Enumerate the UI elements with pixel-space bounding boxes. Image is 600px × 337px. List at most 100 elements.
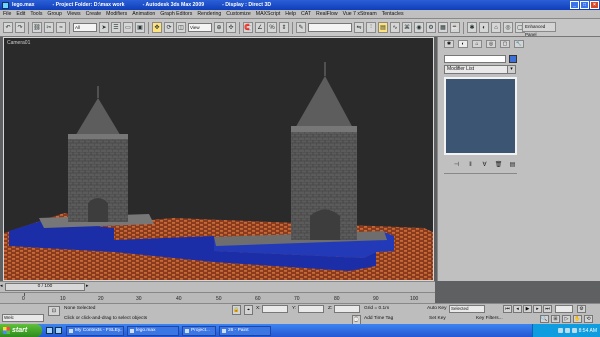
- motion-panel-icon[interactable]: ◎: [503, 22, 513, 33]
- modifier-list-select[interactable]: Modifier List ▾: [444, 65, 516, 74]
- pan-view-icon[interactable]: ✋: [573, 315, 582, 323]
- tray-icon[interactable]: [571, 328, 577, 333]
- slider-next-icon[interactable]: ▸: [86, 283, 90, 291]
- menu-help[interactable]: Help: [285, 11, 296, 17]
- pin-stack-icon[interactable]: ⊣: [452, 161, 461, 170]
- reference-coordinate-select[interactable]: View: [188, 23, 212, 32]
- menu-vue[interactable]: Vue 7 xStream: [343, 11, 377, 17]
- render-setup-icon[interactable]: ⚙: [426, 22, 436, 33]
- z-coordinate-field[interactable]: [334, 305, 360, 313]
- minimize-button[interactable]: _: [570, 1, 579, 9]
- quick-render-icon[interactable]: ☕: [450, 22, 460, 33]
- menu-edit[interactable]: Edit: [16, 11, 25, 17]
- maxscript-listener[interactable]: Welc: [2, 314, 44, 322]
- hierarchy-panel-icon[interactable]: ⌂: [491, 22, 501, 33]
- absolute-mode-icon[interactable]: ⌖: [244, 305, 253, 315]
- layer-manager-icon[interactable]: ▤: [378, 22, 388, 33]
- select-by-name-icon[interactable]: ☰: [111, 22, 121, 33]
- remove-modifier-icon[interactable]: 🗑: [494, 161, 503, 170]
- menu-create[interactable]: Create: [86, 11, 102, 17]
- menu-cat[interactable]: CAT: [301, 11, 311, 17]
- clock[interactable]: 8:54 AM: [579, 328, 597, 334]
- track-bar[interactable]: 0 10 20 30 40 50 60 70 80 90 100: [0, 292, 435, 303]
- viewport-label[interactable]: Camera01: [7, 40, 30, 46]
- snap-toggle-icon[interactable]: 🧲: [243, 22, 253, 33]
- show-end-result-icon[interactable]: ‖: [466, 161, 475, 170]
- window-crossing-icon[interactable]: ▣: [135, 22, 145, 33]
- play-icon[interactable]: ▶: [523, 305, 532, 313]
- percent-snap-icon[interactable]: %: [267, 22, 277, 33]
- material-editor-icon[interactable]: ◉: [414, 22, 424, 33]
- undo-icon[interactable]: ↶: [3, 22, 13, 33]
- camera-viewport[interactable]: Camera01: [3, 37, 434, 281]
- menu-graph-editors[interactable]: Graph Editors: [160, 11, 192, 17]
- menu-file[interactable]: File: [3, 11, 11, 17]
- set-key-button[interactable]: Set Key: [429, 316, 446, 321]
- quick-launch-icon[interactable]: [46, 327, 53, 334]
- quick-launch-icon[interactable]: [55, 327, 62, 334]
- auto-key-button[interactable]: Auto Key: [427, 306, 446, 311]
- curve-editor-icon[interactable]: ∿: [390, 22, 400, 33]
- tab-hierarchy[interactable]: ⌂: [472, 40, 482, 48]
- go-to-start-icon[interactable]: ⏮: [503, 305, 512, 313]
- menu-realflow[interactable]: RealFlow: [316, 11, 338, 17]
- make-unique-icon[interactable]: ∀: [480, 161, 489, 170]
- menu-tentacles[interactable]: Tentacles: [382, 11, 404, 17]
- enhanced-panel-button[interactable]: Enhanced Panel: [522, 22, 556, 37]
- previous-frame-icon[interactable]: ◂: [513, 305, 522, 313]
- tray-icon[interactable]: [557, 328, 563, 333]
- tab-create[interactable]: ✱: [444, 40, 454, 48]
- create-panel-icon[interactable]: ✱: [467, 22, 477, 33]
- zoom-all-icon[interactable]: ⊞: [551, 315, 560, 323]
- tab-utilities[interactable]: 🔧: [514, 40, 524, 48]
- selection-filter-select[interactable]: All: [73, 23, 97, 32]
- add-time-tag[interactable]: Add Time Tag: [364, 316, 393, 321]
- named-selection-select[interactable]: [308, 23, 352, 32]
- close-button[interactable]: ×: [590, 1, 599, 9]
- x-coordinate-field[interactable]: [262, 305, 288, 313]
- time-config-icon[interactable]: ⚙: [577, 305, 586, 313]
- task-button[interactable]: My Contexts - FSLEy...: [66, 325, 124, 336]
- tray-icon[interactable]: [564, 328, 570, 333]
- tab-display[interactable]: ▢: [500, 40, 510, 48]
- spinner-snap-icon[interactable]: ⇕: [279, 22, 289, 33]
- rotate-icon[interactable]: ⟳: [164, 22, 174, 33]
- modifier-stack[interactable]: [444, 77, 517, 155]
- lock-selection-icon[interactable]: 🔒: [232, 305, 241, 315]
- render-frame-icon[interactable]: ▦: [438, 22, 448, 33]
- tab-motion[interactable]: ◎: [486, 40, 496, 48]
- menu-tools[interactable]: Tools: [30, 11, 42, 17]
- menu-views[interactable]: Views: [67, 11, 81, 17]
- tab-modify[interactable]: ◐: [458, 40, 468, 48]
- object-name-field[interactable]: [444, 55, 506, 63]
- y-coordinate-field[interactable]: [298, 305, 324, 313]
- key-filters-button[interactable]: Key Filters...: [476, 316, 503, 321]
- task-button[interactable]: lego.max: [127, 325, 179, 336]
- orbit-icon[interactable]: ⟲: [584, 315, 593, 323]
- edit-named-selection-icon[interactable]: ✎: [296, 22, 306, 33]
- bind-space-warp-icon[interactable]: ≈: [56, 22, 66, 33]
- redo-icon[interactable]: ↷: [15, 22, 25, 33]
- schematic-view-icon[interactable]: ⌘: [402, 22, 412, 33]
- menu-group[interactable]: Group: [47, 11, 61, 17]
- modify-panel-icon[interactable]: ◐: [479, 22, 489, 33]
- scale-icon[interactable]: ◫: [176, 22, 186, 33]
- current-frame-field[interactable]: [555, 305, 573, 313]
- rectangular-selection-icon[interactable]: ▭: [123, 22, 133, 33]
- menu-modifiers[interactable]: Modifiers: [106, 11, 127, 17]
- mirror-icon[interactable]: ⇋: [354, 22, 364, 33]
- menu-animation[interactable]: Animation: [132, 11, 155, 17]
- unlink-icon[interactable]: ✂: [44, 22, 54, 33]
- menu-customize[interactable]: Customize: [226, 11, 251, 17]
- time-slider[interactable]: 0 / 100: [5, 283, 85, 291]
- slider-prev-icon[interactable]: ◂: [0, 283, 4, 291]
- align-icon[interactable]: ⫶: [366, 22, 376, 33]
- maximize-button[interactable]: □: [580, 1, 589, 9]
- pivot-center-icon[interactable]: ⊕: [214, 22, 224, 33]
- link-icon[interactable]: ⛓: [32, 22, 42, 33]
- angle-snap-icon[interactable]: ∠: [255, 22, 265, 33]
- zoom-icon[interactable]: 🔍: [540, 315, 549, 323]
- field-of-view-icon[interactable]: ▷: [562, 315, 571, 323]
- task-button[interactable]: Project...: [182, 325, 216, 336]
- task-button[interactable]: 26 - Paint: [219, 325, 271, 336]
